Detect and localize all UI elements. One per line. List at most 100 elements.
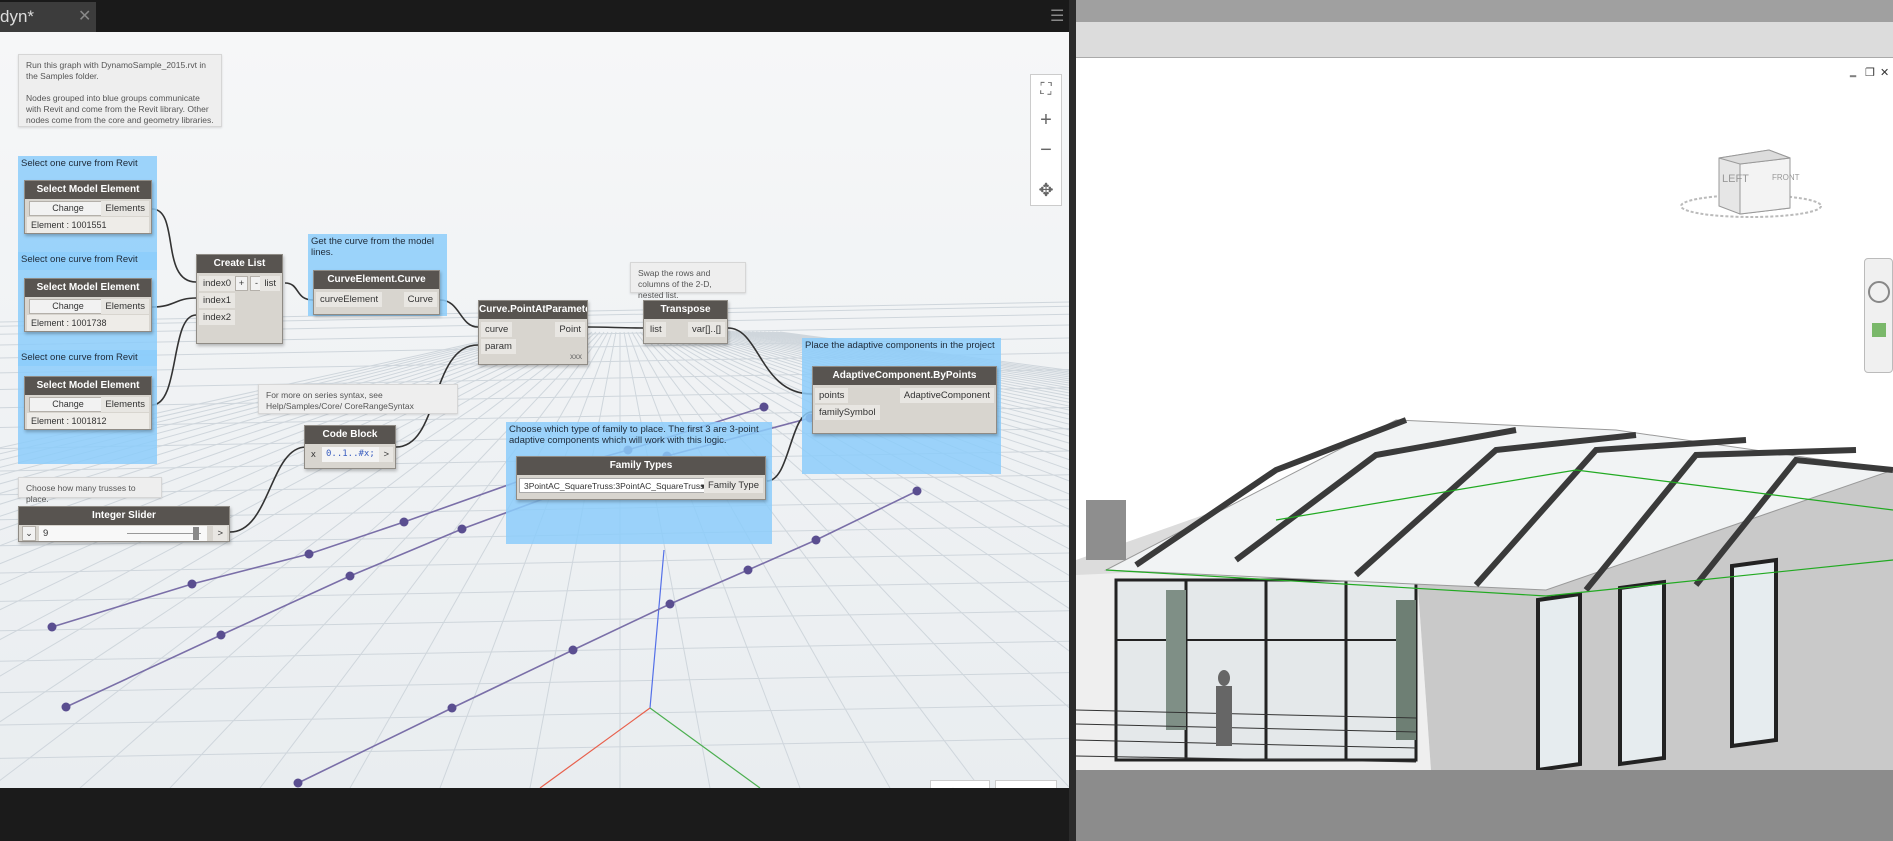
- curve-output-port[interactable]: Curve: [403, 292, 437, 307]
- point-marker: [216, 630, 226, 640]
- zoom-controls: ⛶ + − ✥: [1030, 74, 1062, 206]
- intro-note[interactable]: Run this graph with DynamoSample_2015.rv…: [18, 54, 222, 127]
- integer-slider-node[interactable]: Integer Slider ⌄ 9 >: [18, 506, 230, 542]
- point-marker: [743, 565, 753, 575]
- trusses-note[interactable]: Choose how many trusses to place.: [18, 477, 162, 504]
- elements-output-port[interactable]: Elements: [101, 299, 149, 314]
- curve-input-port[interactable]: curve: [481, 322, 513, 337]
- group-title: Select one curve from Revit: [21, 254, 138, 265]
- index1-input-port[interactable]: index1: [199, 293, 235, 308]
- curve-element-input-port[interactable]: curveElement: [316, 292, 383, 307]
- code-output-port[interactable]: >: [379, 447, 393, 462]
- point-marker: [568, 645, 578, 655]
- change-button[interactable]: Change: [29, 201, 107, 216]
- select-model-element-node-3[interactable]: Select Model Element Change Elements Ele…: [24, 376, 152, 430]
- wire-pap-transpose: [587, 326, 644, 329]
- curve-point-at-parameter-node[interactable]: Curve.PointAtParameter curve Point param…: [478, 300, 588, 365]
- slider-rail: [127, 533, 201, 534]
- graph-view-button[interactable]: [995, 780, 1057, 788]
- node-title: Transpose: [644, 301, 727, 319]
- file-tab[interactable]: dyn* ✕: [0, 2, 96, 32]
- node-title: Curve.PointAtParameter: [479, 301, 587, 319]
- code-block-node[interactable]: Code Block x 0..1..#x; >: [304, 425, 396, 469]
- revit-3d-view[interactable]: ‗ ❐ ✕ LEFT FRONT: [1076, 0, 1893, 841]
- zoom-out-icon[interactable]: −: [1031, 135, 1061, 165]
- point-marker: [811, 535, 821, 545]
- adaptive-component-output-port[interactable]: AdaptiveComponent: [899, 388, 994, 403]
- file-tab-title: dyn*: [0, 7, 35, 26]
- node-title: Family Types: [517, 457, 765, 475]
- geometry-view-button[interactable]: [930, 780, 990, 788]
- change-button[interactable]: Change: [29, 397, 107, 412]
- group-title: Place the adaptive components in the pro…: [805, 340, 995, 351]
- point-marker: [912, 486, 922, 496]
- zoom-fit-icon[interactable]: ⛶: [1031, 75, 1061, 105]
- point-marker: [457, 524, 467, 534]
- slider-expander-button[interactable]: ⌄: [22, 526, 36, 541]
- node-title: Select Model Element: [25, 377, 151, 395]
- change-button[interactable]: Change: [29, 299, 107, 314]
- select-model-element-node-2[interactable]: Select Model Element Change Elements Ele…: [24, 278, 152, 332]
- navigation-bar[interactable]: [1864, 258, 1893, 373]
- family-types-node[interactable]: Family Types 3PointAC_SquareTruss:3Point…: [516, 456, 766, 500]
- zoom-region-icon[interactable]: [1871, 323, 1886, 337]
- point-marker: [399, 517, 409, 527]
- workspace-canvas[interactable]: Run this graph with DynamoSample_2015.rv…: [0, 32, 1069, 788]
- family-type-output-port[interactable]: Family Type: [703, 478, 763, 493]
- element-id-text: Element : 1001738: [27, 315, 149, 331]
- zoom-in-icon[interactable]: +: [1031, 105, 1061, 135]
- list-output-port[interactable]: list: [260, 276, 280, 291]
- elements-output-port[interactable]: Elements: [101, 201, 149, 216]
- point-marker: [759, 402, 769, 412]
- dynamo-window: dyn* ✕ ☰ Run this graph with DynamoSampl…: [0, 0, 1070, 841]
- select-model-element-node-1[interactable]: Select Model Element Change Elements Ele…: [24, 180, 152, 234]
- add-input-button[interactable]: +: [235, 276, 248, 291]
- panel-splitter[interactable]: [1069, 0, 1076, 841]
- param-input-port[interactable]: param: [481, 339, 516, 354]
- group-title: Choose which type of family to place. Th…: [509, 424, 759, 446]
- code-editor[interactable]: 0..1..#x;: [322, 447, 379, 462]
- list-input-port[interactable]: list: [646, 322, 666, 337]
- node-title: Select Model Element: [25, 279, 151, 297]
- family-type-value: 3PointAC_SquareTruss:3PointAC_SquareTrus…: [524, 481, 705, 491]
- adaptive-component-by-points-node[interactable]: AdaptiveComponent.ByPoints points Adapti…: [812, 366, 997, 434]
- point-marker: [61, 702, 71, 712]
- series-note[interactable]: For more on series syntax, see Help/Samp…: [258, 384, 458, 414]
- pan-icon[interactable]: ✥: [1031, 175, 1061, 205]
- element-id-text: Element : 1001551: [27, 217, 149, 233]
- group-title: Select one curve from Revit: [21, 352, 138, 363]
- elements-output-port[interactable]: Elements: [101, 397, 149, 412]
- transpose-node[interactable]: Transpose list var[]..[]: [643, 300, 728, 344]
- var-output-port[interactable]: var[]..[]: [687, 322, 725, 337]
- point-marker: [187, 579, 197, 589]
- create-list-node[interactable]: Create List index0 + - list index1 index…: [196, 254, 283, 344]
- group-title: Select one curve from Revit: [21, 158, 138, 169]
- family-symbol-input-port[interactable]: familySymbol: [815, 405, 880, 420]
- node-title: Integer Slider: [19, 507, 229, 525]
- slider-thumb[interactable]: [193, 527, 199, 540]
- index0-input-port[interactable]: index0: [199, 276, 235, 291]
- slider-track[interactable]: 9: [39, 526, 207, 541]
- steering-wheel-icon[interactable]: [1867, 281, 1890, 303]
- transpose-note[interactable]: Swap the rows and columns of the 2-D, ne…: [630, 262, 746, 300]
- point-marker: [293, 778, 303, 788]
- point-marker: [345, 571, 355, 581]
- family-type-dropdown[interactable]: 3PointAC_SquareTruss:3PointAC_SquareTrus…: [519, 478, 709, 493]
- point-output-port[interactable]: Point: [555, 322, 585, 337]
- slider-output-port[interactable]: >: [213, 526, 227, 541]
- index2-input-port[interactable]: index2: [199, 310, 235, 325]
- viewcube-front-label: FRONT: [1772, 173, 1800, 182]
- points-input-port[interactable]: points: [815, 388, 849, 403]
- curve-element-curve-node[interactable]: CurveElement.Curve curveElement Curve: [313, 270, 440, 315]
- status-bar: [0, 788, 1070, 841]
- point-marker: [665, 599, 675, 609]
- node-title: Create List: [197, 255, 282, 273]
- x-input-port[interactable]: x: [307, 447, 320, 462]
- menu-icon[interactable]: ☰: [1050, 9, 1066, 25]
- viewcube-left-label: LEFT: [1722, 173, 1749, 185]
- geometry-view-icon: [952, 787, 954, 788]
- viewcube[interactable]: LEFT FRONT: [1680, 149, 1822, 218]
- point-marker: [447, 703, 457, 713]
- lacing-indicator[interactable]: xxx: [570, 352, 582, 361]
- close-tab-icon[interactable]: ✕: [78, 2, 91, 32]
